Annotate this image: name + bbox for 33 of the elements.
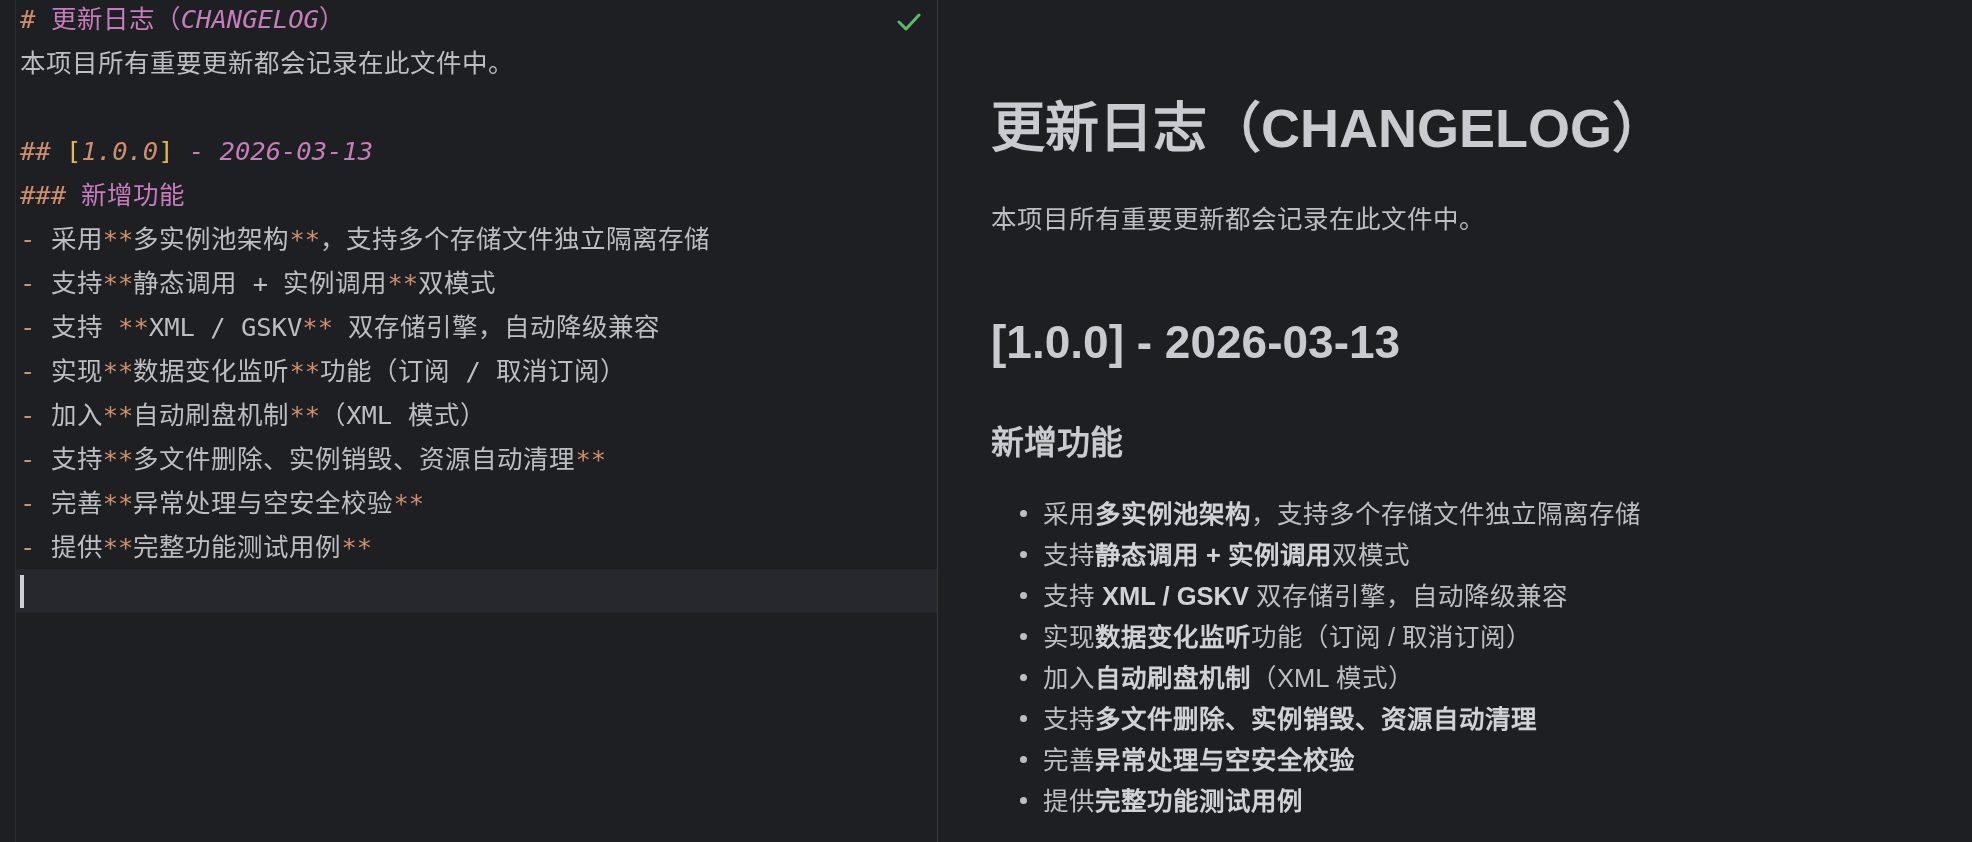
bullet-icon: [1020, 551, 1027, 558]
code-line: - 支持 **XML / GSKV** 双存储引擎，自动降级兼容: [20, 311, 661, 344]
code-line: ## [1.0.0] - 2026-03-13: [20, 135, 374, 168]
list-item-text: 实现数据变化监听功能（订阅 / 取消订阅）: [1043, 621, 1533, 653]
code-line: 本项目所有重要更新都会记录在此文件中。: [20, 47, 514, 80]
list-item-text: 提供完整功能测试用例: [1043, 785, 1303, 817]
check-icon: [897, 13, 921, 31]
code-line: - 完善**异常处理与空安全校验**: [20, 487, 425, 520]
code-line: - 采用**多实例池架构**，支持多个存储文件独立隔离存储: [20, 223, 711, 256]
list-item-text: 完善异常处理与空安全校验: [1043, 744, 1355, 776]
bullet-icon: [1020, 633, 1027, 640]
code-line: # 更新日志（CHANGELOG）: [20, 3, 345, 36]
list-item-text: 加入自动刷盘机制（XML 模式）: [1043, 662, 1414, 694]
list-item-text: 支持 XML / GSKV 双存储引擎，自动降级兼容: [1043, 580, 1569, 612]
list-item-text: 支持静态调用 + 实例调用双模式: [1043, 539, 1411, 571]
code-line: - 加入**自动刷盘机制**（XML 模式）: [20, 399, 486, 432]
bullet-icon: [1020, 797, 1027, 804]
code-line: - 实现**数据变化监听**功能（订阅 / 取消订阅）: [20, 355, 627, 388]
preview-title: 更新日志（CHANGELOG）: [991, 97, 1666, 160]
bullet-icon: [1020, 756, 1027, 763]
code-line: - 支持**静态调用 + 实例调用**双模式: [20, 267, 497, 300]
intro-paragraph: 本项目所有重要更新都会记录在此文件中。: [991, 204, 1485, 235]
code-line: - 提供**完整功能测试用例**: [20, 531, 373, 564]
list-item-text: 采用多实例池架构，支持多个存储文件独立隔离存储: [1043, 498, 1641, 530]
bullet-icon: [1020, 674, 1027, 681]
bullet-icon: [1020, 592, 1027, 599]
list-item-text: 支持多文件删除、实例销毁、资源自动清理: [1043, 703, 1537, 735]
code-line: - 支持**多文件删除、实例销毁、资源自动清理**: [20, 443, 607, 476]
bullet-icon: [1020, 510, 1027, 517]
section-heading: 新增功能: [991, 423, 1123, 463]
bullet-icon: [1020, 715, 1027, 722]
version-heading: [1.0.0] - 2026-03-13: [991, 315, 1401, 370]
code-line: ### 新增功能: [20, 179, 186, 212]
